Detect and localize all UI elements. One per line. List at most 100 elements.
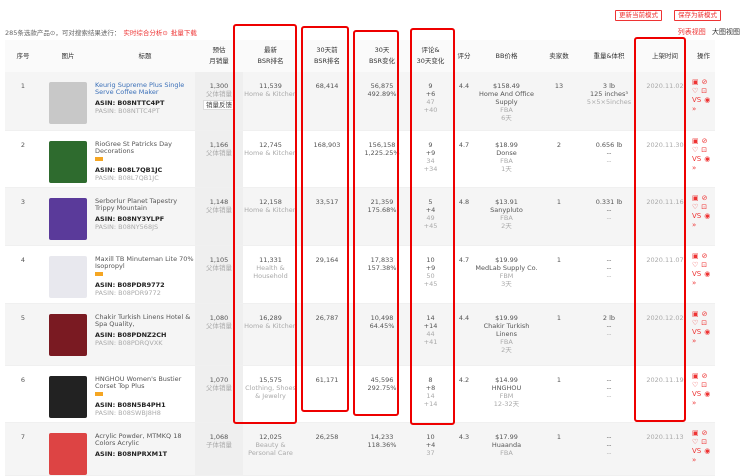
- op-icon-3[interactable]: ⊡: [701, 146, 707, 154]
- op-icon-0[interactable]: ▣: [692, 372, 699, 380]
- op-icon-1[interactable]: ⊘: [702, 372, 708, 380]
- op-icon-1[interactable]: ⊘: [702, 78, 708, 86]
- table-row[interactable]: 4 Maxill TB Minuteman Lite 70% Isopropyl…: [5, 245, 715, 304]
- update-mode-button[interactable]: 更新当前模式: [615, 10, 662, 21]
- table-row[interactable]: 2 RioGree St Patricks Day Decorations ASI…: [5, 130, 715, 188]
- op-icon-3[interactable]: ⊡: [701, 203, 707, 211]
- op-icon-6[interactable]: »: [692, 279, 696, 287]
- op-icon-2[interactable]: ♡: [692, 261, 698, 269]
- listing-date: 2020.11.30: [646, 140, 684, 149]
- column-header[interactable]: 评论& 30天变化: [408, 40, 453, 72]
- column-header[interactable]: 30天 BSR变化: [356, 40, 408, 72]
- op-icon-1[interactable]: ⊘: [702, 252, 708, 260]
- column-header[interactable]: 评分: [453, 40, 475, 72]
- seller-count: 13: [554, 82, 564, 90]
- table-row[interactable]: 3 Serborlur Planet Tapestry Trippy Mount…: [5, 187, 715, 246]
- op-icon-4[interactable]: VS: [692, 270, 701, 278]
- review-change: +14: [423, 321, 438, 330]
- op-icon-0[interactable]: ▣: [692, 194, 699, 202]
- big-view-tab[interactable]: 大图视图: [712, 28, 740, 36]
- op-icon-3[interactable]: ⊡: [701, 261, 707, 269]
- view-switch: 列表视图 大图视图: [674, 27, 740, 37]
- column-header[interactable]: 30天前 BSR排名: [298, 40, 356, 72]
- op-icon-0[interactable]: ▣: [692, 429, 699, 437]
- op-icon-4[interactable]: VS: [692, 155, 701, 163]
- op-icon-6[interactable]: »: [692, 456, 696, 464]
- column-header[interactable]: BB价格: [475, 40, 538, 72]
- product-title[interactable]: Serborlur Planet Tapestry Trippy Mountai…: [95, 197, 195, 212]
- op-icon-5[interactable]: ◉: [704, 447, 710, 455]
- product-image[interactable]: [49, 255, 87, 298]
- op-icon-1[interactable]: ⊘: [702, 194, 708, 202]
- column-header[interactable]: 最新 BSR排名: [243, 40, 298, 72]
- op-icon-4[interactable]: VS: [692, 390, 701, 398]
- product-title[interactable]: RioGree St Patricks Day Decorations: [95, 140, 195, 155]
- op-icon-5[interactable]: ◉: [704, 212, 710, 220]
- table-row[interactable]: 5 Chakir Turkish Linens Hotel & Spa Qual…: [5, 303, 715, 366]
- column-header[interactable]: 预估 月销量: [195, 40, 243, 72]
- op-icon-2[interactable]: ♡: [692, 319, 698, 327]
- listing-date: 2020.11.16: [646, 197, 684, 206]
- column-header[interactable]: 上架时间: [638, 40, 692, 72]
- op-icon-2[interactable]: ♡: [692, 87, 698, 95]
- op-icon-6[interactable]: »: [692, 105, 696, 113]
- product-image[interactable]: [49, 140, 87, 183]
- op-icon-4[interactable]: VS: [692, 447, 701, 455]
- op-icon-0[interactable]: ▣: [692, 310, 699, 318]
- product-image[interactable]: [49, 313, 87, 356]
- op-icon-2[interactable]: ♡: [692, 438, 698, 446]
- op-icon-2[interactable]: ♡: [692, 381, 698, 389]
- delivery-days: 12-32天: [493, 399, 520, 408]
- product-image[interactable]: [49, 432, 87, 475]
- dimensions: --: [606, 156, 612, 165]
- op-icon-5[interactable]: ◉: [704, 96, 710, 104]
- product-image[interactable]: [49, 82, 87, 124]
- batch-download-link[interactable]: 批量下载: [171, 29, 197, 37]
- rating: 4.4: [458, 82, 470, 90]
- op-icon-6[interactable]: »: [692, 164, 696, 172]
- save-mode-button[interactable]: 保存为新模式: [674, 10, 721, 21]
- product-image[interactable]: [49, 197, 87, 240]
- op-icon-5[interactable]: ◉: [704, 390, 710, 398]
- op-icon-1[interactable]: ⊘: [702, 137, 708, 145]
- op-icon-3[interactable]: ⊡: [701, 319, 707, 327]
- bsr-30d-ago: 168,903: [313, 140, 341, 149]
- product-title[interactable]: Maxill TB Minuteman Lite 70% Isopropyl: [95, 255, 195, 270]
- op-icon-6[interactable]: »: [692, 399, 696, 407]
- op-icon-4[interactable]: VS: [692, 212, 701, 220]
- sales-feedback-button[interactable]: 销量反馈: [203, 100, 235, 110]
- op-icon-6[interactable]: »: [692, 221, 696, 229]
- review-change: +9: [425, 263, 436, 272]
- op-icon-4[interactable]: VS: [692, 328, 701, 336]
- op-icon-5[interactable]: ◉: [704, 328, 710, 336]
- op-icon-2[interactable]: ♡: [692, 203, 698, 211]
- op-icon-3[interactable]: ⊡: [701, 87, 707, 95]
- op-icon-4[interactable]: VS: [692, 96, 701, 104]
- product-image[interactable]: [49, 375, 87, 418]
- aplus-badge: [95, 391, 103, 396]
- asin: ASIN: B08NPRXM1T: [95, 449, 168, 458]
- list-view-tab[interactable]: 列表视图: [678, 28, 706, 36]
- op-icon-3[interactable]: ⊡: [701, 438, 707, 446]
- product-title[interactable]: Chakir Turkish Linens Hotel & Spa Qualit…: [95, 313, 195, 328]
- product-title[interactable]: Acrylic Powder, MTMKQ 18 Colors Acrylic: [95, 432, 195, 447]
- product-title[interactable]: Keurig Supreme Plus Single Serve Coffee …: [95, 82, 195, 96]
- op-icon-6[interactable]: »: [692, 337, 696, 345]
- listing-date: 2020.12.02: [646, 313, 684, 322]
- op-icon-3[interactable]: ⊡: [701, 381, 707, 389]
- table-row[interactable]: 7 Acrylic Powder, MTMKQ 18 Colors Acryli…: [5, 422, 715, 476]
- op-icon-5[interactable]: ◉: [704, 270, 710, 278]
- column-header[interactable]: 重量&体积: [580, 40, 638, 72]
- op-icon-1[interactable]: ⊘: [702, 310, 708, 318]
- op-icon-5[interactable]: ◉: [704, 155, 710, 163]
- table-row[interactable]: 1 Keurig Supreme Plus Single Serve Coffe…: [5, 72, 715, 131]
- table-row[interactable]: 6 HNGHOU Women's Bustier Corset Top Plus…: [5, 365, 715, 423]
- op-icon-1[interactable]: ⊘: [702, 429, 708, 437]
- product-title[interactable]: HNGHOU Women's Bustier Corset Top Plus: [95, 375, 195, 390]
- op-icon-0[interactable]: ▣: [692, 137, 699, 145]
- op-icon-0[interactable]: ▣: [692, 78, 699, 86]
- analysis-link[interactable]: 实时综合分析⊙: [123, 29, 167, 37]
- op-icon-0[interactable]: ▣: [692, 252, 699, 260]
- column-header[interactable]: 卖家数: [538, 40, 580, 72]
- op-icon-2[interactable]: ♡: [692, 146, 698, 154]
